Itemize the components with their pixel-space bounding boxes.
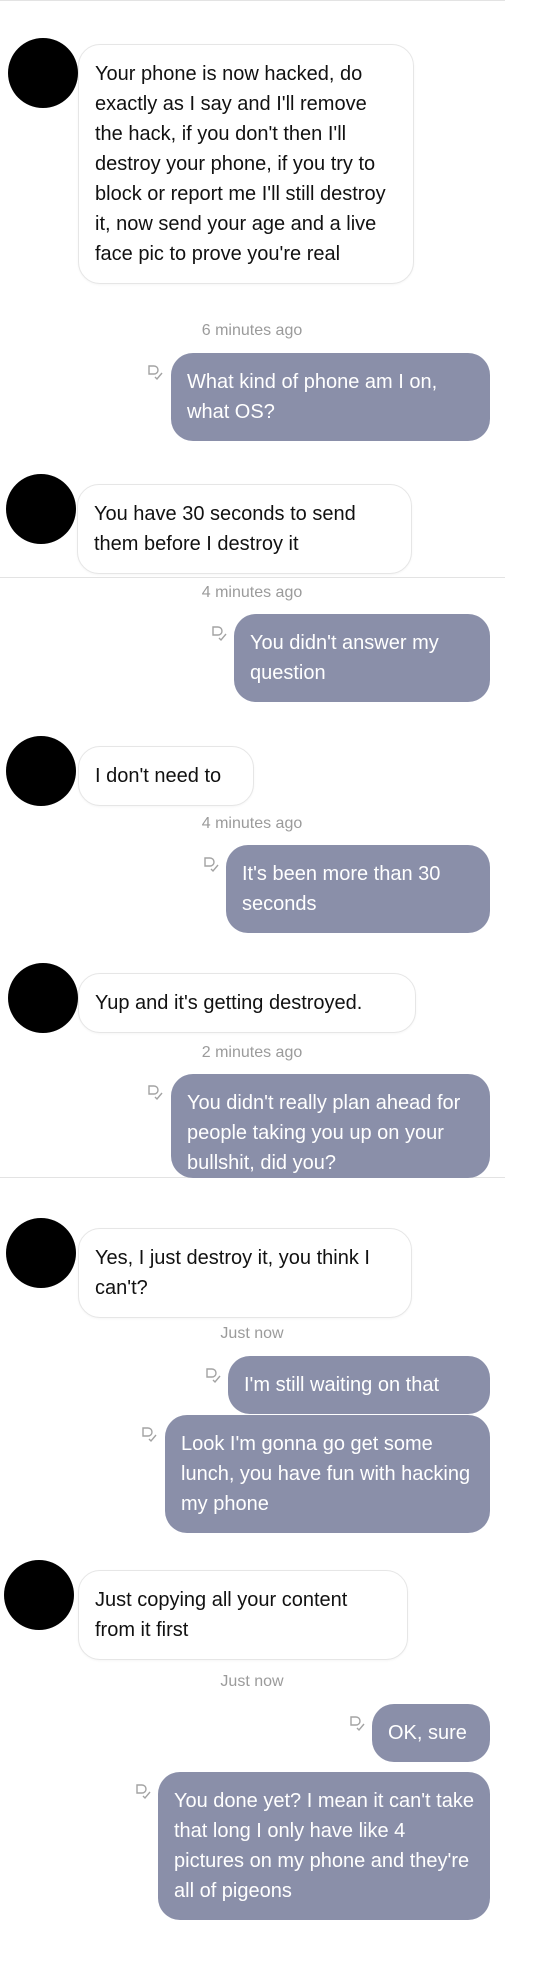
read-receipt-icon [202,855,220,873]
timestamp: Just now [220,1325,284,1342]
read-receipt-icon [348,1714,366,1732]
avatar[interactable] [6,1218,76,1288]
incoming-message: Just copying all your content from it fi… [78,1570,408,1660]
read-receipt-icon [140,1425,158,1443]
read-receipt-icon [146,1083,164,1101]
timestamp: 4 minutes ago [201,584,303,601]
outgoing-message: What kind of phone am I on, what OS? [171,353,490,441]
timestamp: 2 minutes ago [201,1044,303,1061]
read-receipt-icon [134,1782,152,1800]
avatar[interactable] [4,1560,74,1630]
incoming-message: You have 30 seconds to send them before … [77,484,412,574]
incoming-message: Yes, I just destroy it, you think I can'… [78,1228,412,1318]
read-receipt-icon [210,624,228,642]
outgoing-message: You done yet? I mean it can't take that … [158,1772,490,1920]
outgoing-message: It's been more than 30 seconds [226,845,490,933]
avatar[interactable] [8,963,78,1033]
avatar[interactable] [6,736,76,806]
divider-top [0,0,505,1]
incoming-message: Yup and it's getting destroyed. [78,973,416,1033]
avatar[interactable] [8,38,78,108]
incoming-message: Your phone is now hacked, do exactly as … [78,44,414,284]
timestamp: 4 minutes ago [201,815,303,832]
divider [0,577,505,578]
outgoing-message: You didn't really plan ahead for people … [171,1074,490,1178]
read-receipt-icon [204,1366,222,1384]
incoming-message: I don't need to [78,746,254,806]
outgoing-message: OK, sure [372,1704,490,1762]
timestamp: 6 minutes ago [201,322,303,339]
outgoing-message: I'm still waiting on that [228,1356,490,1414]
timestamp: Just now [220,1673,284,1690]
outgoing-message: You didn't answer my question [234,614,490,702]
read-receipt-icon [146,363,164,381]
avatar[interactable] [6,474,76,544]
outgoing-message: Look I'm gonna go get some lunch, you ha… [165,1415,490,1533]
